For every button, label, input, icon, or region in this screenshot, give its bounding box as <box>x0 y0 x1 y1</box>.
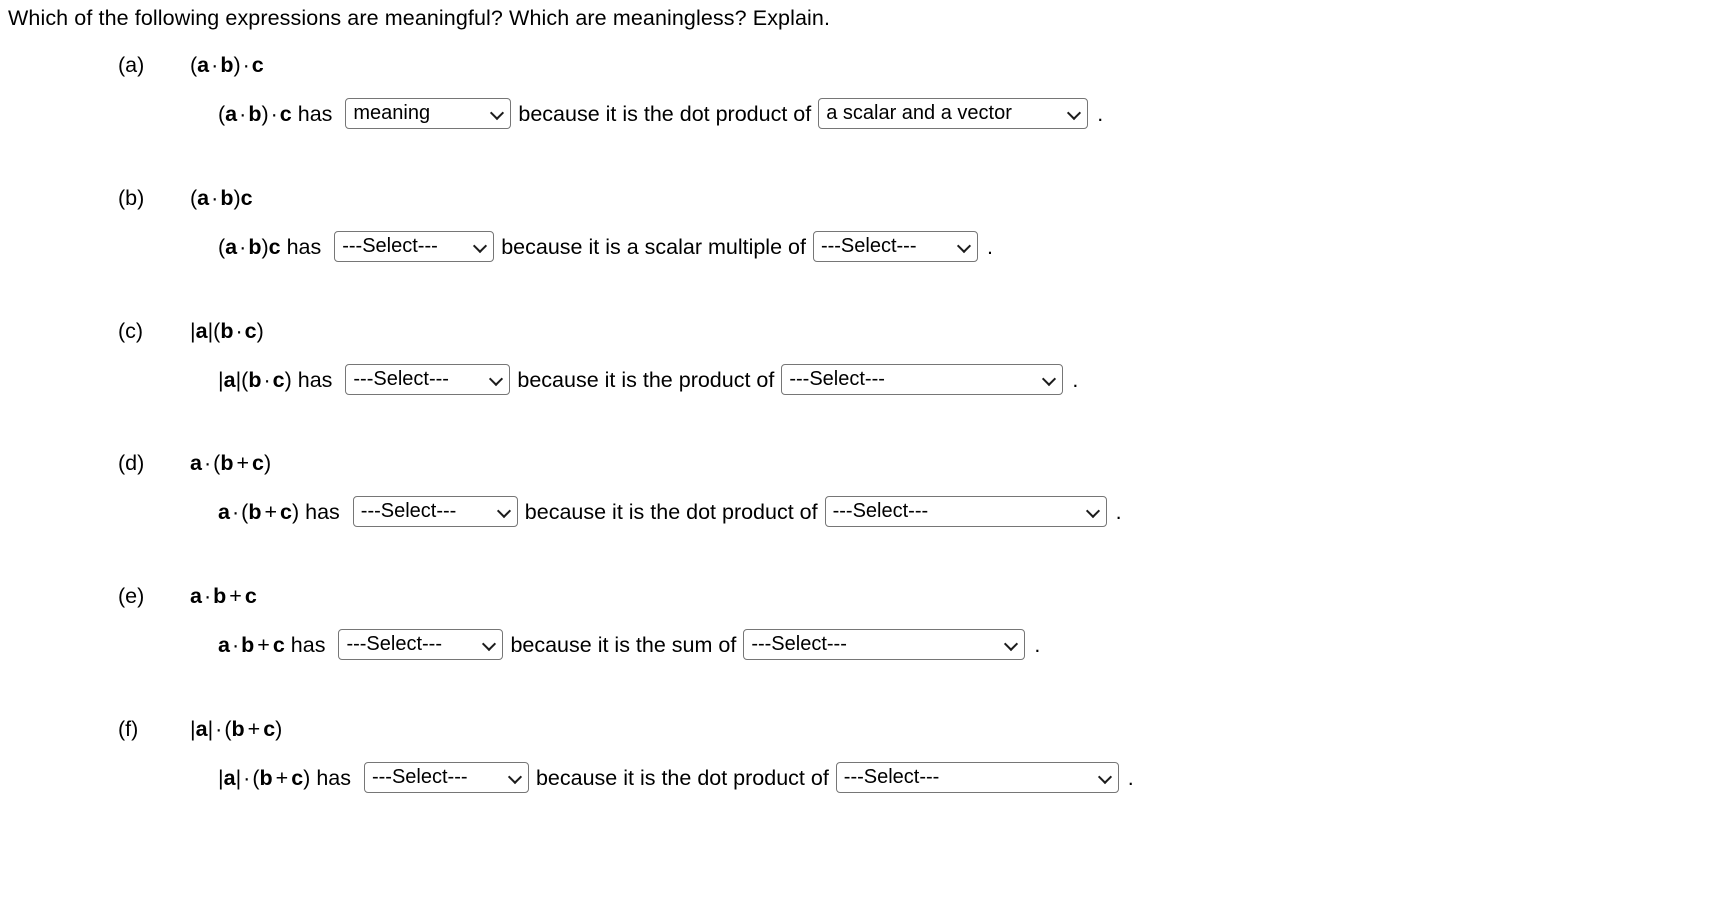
part-b-sentence: (a·b)c has ---Select--- because it is a s… <box>218 231 993 262</box>
part-d-has-text: has <box>299 499 346 524</box>
part-d-expression: a·(b + c) <box>190 451 272 475</box>
part-e-select-reason[interactable]: ---Select--- <box>743 629 1026 660</box>
part-b-expression-inline: (a·b)c <box>218 234 281 259</box>
chevron-down-icon <box>1068 107 1081 120</box>
part-f-select-meaning-value: ---Select--- <box>371 766 468 788</box>
part-f-heading: (f) |a|·(b + c) <box>118 716 282 742</box>
part-b-heading: (b) (a·b)c <box>118 185 253 211</box>
part-d-heading: (d) a·(b + c) <box>118 450 271 476</box>
part-b-select-reason[interactable]: ---Select--- <box>812 231 978 262</box>
part-c-period: . <box>1072 367 1079 392</box>
part-f-expression: |a|·(b + c) <box>190 717 283 741</box>
chevron-down-icon <box>1099 771 1112 784</box>
part-d-select-meaning-value: ---Select--- <box>360 500 457 522</box>
part-d-period: . <box>1115 499 1122 524</box>
part-e-has-text: has <box>284 632 332 657</box>
part-e-select-reason-value: ---Select--- <box>751 633 847 655</box>
part-e-sentence: a·b + c has ---Select--- because it is the … <box>218 629 1040 660</box>
part-f-has-text: has <box>310 765 357 790</box>
chevron-down-icon <box>490 373 503 386</box>
part-a-select-reason[interactable]: a scalar and a vector <box>818 98 1089 129</box>
worksheet-page: Which of the following expressions are m… <box>0 0 1730 920</box>
part-a-label: (a) <box>118 53 145 77</box>
chevron-down-icon <box>1005 638 1018 651</box>
part-e-select-meaning-value: ---Select--- <box>346 633 442 655</box>
part-a-reason-text: because it is the dot product of <box>518 101 812 126</box>
part-d-select-meaning[interactable]: ---Select--- <box>352 496 518 527</box>
part-c-expression-inline: |a|(b·c) <box>218 367 292 392</box>
part-f-label: (f) <box>118 717 139 741</box>
chevron-down-icon <box>958 240 971 253</box>
part-b-label: (b) <box>118 186 145 210</box>
question-prompt: Which of the following expressions are m… <box>8 6 831 30</box>
part-c-sentence: |a|(b·c) has ---Select--- because it is t… <box>218 364 1078 395</box>
part-c-has-text: has <box>291 367 339 392</box>
part-c-reason-text: because it is the product of <box>517 367 775 392</box>
part-c-select-meaning-value: ---Select--- <box>353 368 449 390</box>
part-a-has-text: has <box>291 101 339 126</box>
part-c-label: (c) <box>118 319 144 343</box>
part-f-select-reason[interactable]: ---Select--- <box>835 762 1119 793</box>
part-d-expression-inline: a·(b + c) <box>218 499 300 524</box>
part-e-label: (e) <box>118 584 145 608</box>
part-b-select-meaning[interactable]: ---Select--- <box>334 231 495 262</box>
part-a-expression: (a·b)·c <box>190 53 264 77</box>
chevron-down-icon <box>498 505 511 518</box>
part-b-expression: (a·b)c <box>190 186 253 210</box>
chevron-down-icon <box>1087 505 1100 518</box>
part-e-select-meaning[interactable]: ---Select--- <box>338 629 504 660</box>
part-f-sentence: |a|·(b + c) has ---Select--- because it is … <box>218 762 1134 793</box>
part-e-period: . <box>1034 632 1041 657</box>
part-e-expression: a·b + c <box>190 584 257 608</box>
part-b-select-meaning-value: ---Select--- <box>342 235 438 257</box>
chevron-down-icon <box>491 107 504 120</box>
part-f-expression-inline: |a|·(b + c) <box>218 765 311 790</box>
part-c-select-reason[interactable]: ---Select--- <box>781 364 1064 395</box>
part-c-heading: (c) |a|(b·c) <box>118 318 264 344</box>
part-a-period: . <box>1097 101 1104 126</box>
part-b-select-reason-value: ---Select--- <box>820 235 917 257</box>
part-c-select-reason-value: ---Select--- <box>789 368 885 390</box>
part-b-has-text: has <box>280 234 328 259</box>
part-e-heading: (e) a·b + c <box>118 583 257 609</box>
part-a-select-reason-value: a scalar and a vector <box>826 102 1012 124</box>
part-f-select-reason-value: ---Select--- <box>843 766 940 788</box>
chevron-down-icon <box>1043 373 1056 386</box>
part-a-sentence: (a·b)·c has meaning because it is the dot… <box>218 98 1103 129</box>
part-d-select-reason-value: ---Select--- <box>832 500 929 522</box>
part-a-select-meaning-value: meaning <box>353 102 431 124</box>
part-e-reason-text: because it is the sum of <box>510 632 737 657</box>
part-f-reason-text: because it is the dot product of <box>535 765 829 790</box>
part-a-select-meaning[interactable]: meaning <box>345 98 512 129</box>
part-a-expression-inline: (a·b)·c <box>218 101 292 126</box>
part-a-heading: (a) (a·b)·c <box>118 52 264 78</box>
part-e-expression-inline: a·b + c <box>218 632 285 657</box>
part-d-reason-text: because it is the dot product of <box>524 499 818 524</box>
chevron-down-icon <box>474 240 487 253</box>
part-d-select-reason[interactable]: ---Select--- <box>824 496 1107 527</box>
part-c-expression: |a|(b·c) <box>190 319 264 343</box>
part-d-label: (d) <box>118 451 145 475</box>
chevron-down-icon <box>509 771 522 784</box>
part-f-select-meaning[interactable]: ---Select--- <box>363 762 529 793</box>
part-c-select-meaning[interactable]: ---Select--- <box>345 364 511 395</box>
part-d-sentence: a·(b + c) has ---Select--- because it is th… <box>218 496 1122 527</box>
part-f-period: . <box>1127 765 1134 790</box>
part-b-period: . <box>986 234 993 259</box>
chevron-down-icon <box>483 638 496 651</box>
part-b-reason-text: because it is a scalar multiple of <box>501 234 806 259</box>
